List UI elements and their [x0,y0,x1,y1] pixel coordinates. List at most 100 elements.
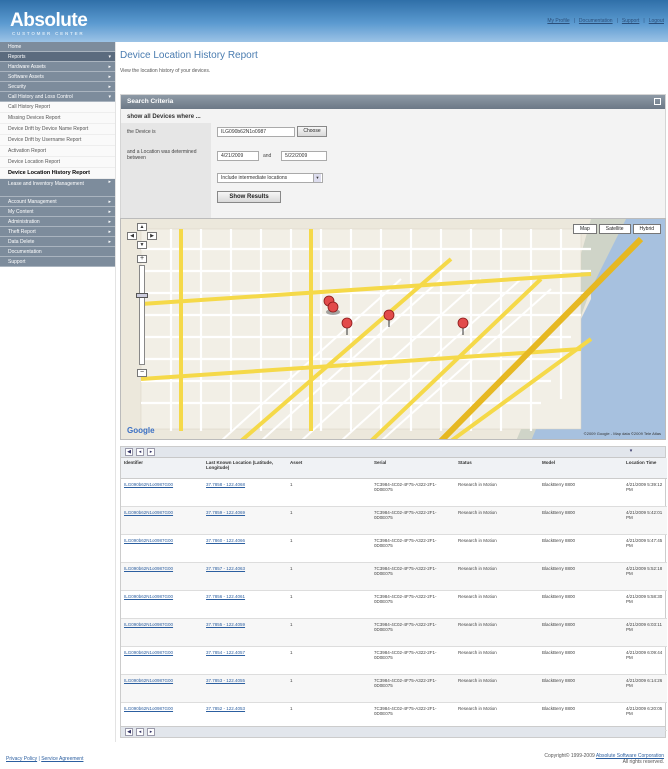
cell-asset: 1 [287,562,371,591]
sidebar-subitem-activation[interactable]: Activation Report [0,146,115,157]
logout-link[interactable]: Logout [649,18,664,24]
sidebar-item-hardware-assets[interactable]: Hardware Assets ▸ [0,62,115,72]
pager-bottom: ◀ ◂ ▸ [121,726,665,737]
sidebar-item-lease-inventory[interactable]: Lease and Inventory Management ▸ [0,179,115,197]
date-to-input[interactable]: 5/22/2009 [281,151,327,161]
first-page-icon[interactable]: ◀ [125,448,133,456]
sidebar-subitem-device-location[interactable]: Device Location Report [0,157,115,168]
table-row[interactable]: ILG090b62N1o0987G00 37.7857 - 122.4063 1 7C… [121,562,667,591]
col-model[interactable]: Model [539,458,623,479]
sidebar-item-software-assets[interactable]: Software Assets ▸ [0,72,115,82]
chevron-right-icon: ▸ [108,84,111,90]
sidebar-subitem-call-history-report[interactable]: Call History Report [0,102,115,113]
pan-right-icon[interactable]: ▶ [147,232,157,240]
support-link[interactable]: Support [622,18,640,24]
next-page-icon[interactable]: ▸ [147,448,155,456]
pan-down-icon[interactable]: ▼ [137,241,147,249]
table-row[interactable]: ILG090b62N1o0987G00 37.7853 - 122.4055 1 7C… [121,674,667,703]
date-from-input[interactable]: 4/21/2009 [217,151,259,161]
table-row[interactable]: ILG090b62N1o0987G00 37.7856 - 122.4061 1 7C… [121,590,667,619]
table-row[interactable]: ILG090b62N1o0987G00 37.7855 - 122.4059 1 7C… [121,618,667,647]
cell-serial: 7C3984-4C02-4F75-A322-2F1-0D0E075 [371,646,455,675]
sidebar-item-support[interactable]: Support [0,257,115,267]
documentation-link[interactable]: Documentation [579,18,613,24]
cell-location[interactable]: 37.7858 - 122.4068 [203,478,287,507]
cell-identifier[interactable]: ILG090b62N1o0987G00 [121,590,203,619]
sidebar-item-call-history[interactable]: Call History and Loss Control ▾ [0,92,115,102]
col-serial[interactable]: Serial [371,458,455,479]
sidebar-item-documentation[interactable]: Documentation [0,247,115,257]
my-profile-link[interactable]: My Profile [547,18,569,24]
prev-page-icon[interactable]: ◂ [136,448,144,456]
map-type-map[interactable]: Map [573,224,597,234]
rights-text: All rights reserved. [622,759,664,765]
collapse-icon[interactable] [654,98,661,105]
table-row[interactable]: ILG090b62N1o0987G00 37.7854 - 122.4057 1 7C… [121,646,667,675]
cell-location[interactable]: 37.7853 - 122.4055 [203,674,287,703]
sidebar-item-account-management[interactable]: Account Management ▸ [0,197,115,207]
first-page-icon[interactable]: ◀ [125,728,133,736]
cell-location[interactable]: 37.7855 - 122.4059 [203,618,287,647]
cell-serial: 7C3984-4C02-4F75-A322-2F1-0D0E075 [371,506,455,535]
table-row[interactable]: ILG090b62N1o0987G00 37.7859 - 122.4069 1 7C… [121,506,667,535]
cell-location[interactable]: 37.7860 - 122.4066 [203,534,287,563]
sidebar-item-theft-report[interactable]: Theft Report ▸ [0,227,115,237]
sidebar-item-home[interactable]: Home [0,42,115,52]
choose-button[interactable]: Choose [297,126,327,137]
cell-identifier[interactable]: ILG090b62N1o0987G00 [121,646,203,675]
sidebar-subitem-location-history[interactable]: Device Location History Report [0,168,115,179]
cell-identifier[interactable]: ILG090b62N1o0987G00 [121,618,203,647]
map-type-hybrid[interactable]: Hybrid [632,224,661,234]
sidebar-subitem-drift-username[interactable]: Device Drift by Username Report [0,135,115,146]
sidebar-item-security[interactable]: Security ▸ [0,82,115,92]
location-option-select[interactable]: Include intermediate locations ▼ [217,173,323,183]
cell-serial: 7C3984-4C02-4F75-A322-2F1-0D0E075 [371,674,455,703]
zoom-slider[interactable] [139,265,145,365]
map-type-satellite[interactable]: Satellite [598,224,631,234]
col-identifier[interactable]: Identifier [121,458,203,479]
table-row[interactable]: ILG090b62N1o0987G00 37.7860 - 122.4066 1 7C… [121,534,667,563]
cell-location[interactable]: 37.7859 - 122.4069 [203,506,287,535]
sidebar-subitem-drift-device-name[interactable]: Device Drift by Device Name Report [0,124,115,135]
cell-model: BlackBerry 8800 [539,478,623,507]
cell-identifier[interactable]: ILG090b62N1o0987G00 [121,478,203,507]
chevron-right-icon: ▸ [108,219,111,225]
cell-location[interactable]: 37.7857 - 122.4063 [203,562,287,591]
sidebar: Home Reports ▾ Hardware Assets ▸ Software … [0,42,116,742]
page-size-icon[interactable]: ▾ [627,448,635,456]
col-status[interactable]: Status [455,458,539,479]
show-results-button[interactable]: Show Results [217,191,281,203]
logo[interactable]: Absolute [10,10,88,32]
col-last-known-location[interactable]: Last Known Location (Latitude, Longitude… [203,458,287,479]
prev-page-icon[interactable]: ◂ [136,728,144,736]
sidebar-item-reports[interactable]: Reports ▾ [0,52,115,62]
cell-location[interactable]: 37.7854 - 122.4057 [203,646,287,675]
cell-identifier[interactable]: ILG090b62N1o0987G00 [121,562,203,591]
page-description: View the location history of your device… [120,68,211,74]
next-page-icon[interactable]: ▸ [147,728,155,736]
sidebar-item-administration[interactable]: Administration ▸ [0,217,115,227]
table-row[interactable]: ILG090b62N1o0987G00 37.7858 - 122.4068 1 7C… [121,478,667,507]
zoom-out-icon[interactable]: − [137,369,147,377]
pan-up-icon[interactable]: ▲ [137,223,147,231]
chevron-right-icon: ▸ [108,209,111,215]
sidebar-subitem-missing-devices[interactable]: Missing Devices Report [0,113,115,124]
privacy-policy-link[interactable]: Privacy Policy [6,756,37,762]
cell-identifier[interactable]: ILG090b62N1o0987G00 [121,506,203,535]
cell-location-time: 4/21/2009 5:58:30 PM [623,590,667,619]
col-asset[interactable]: Asset [287,458,371,479]
sidebar-item-my-content[interactable]: My Content ▸ [0,207,115,217]
map-view[interactable]: ▲ ◀ ▶ ▼ + − Map Satellite Hybrid Google … [120,218,666,440]
map-copyright: ©2009 Google - Map data ©2009 Tele Atlas [583,431,661,436]
device-input[interactable]: ILG090b62N1o0987 [217,127,295,137]
sidebar-item-data-delete[interactable]: Data Delete ▸ [0,237,115,247]
zoom-in-icon[interactable]: + [137,255,147,263]
cell-model: BlackBerry 8800 [539,646,623,675]
service-agreement-link[interactable]: Service Agreement [41,756,83,762]
cell-identifier[interactable]: ILG090b62N1o0987G00 [121,674,203,703]
zoom-slider-handle[interactable] [136,293,148,298]
col-location-time[interactable]: Location Time [623,458,667,479]
cell-location[interactable]: 37.7856 - 122.4061 [203,590,287,619]
cell-identifier[interactable]: ILG090b62N1o0987G00 [121,534,203,563]
pan-left-icon[interactable]: ◀ [127,232,137,240]
